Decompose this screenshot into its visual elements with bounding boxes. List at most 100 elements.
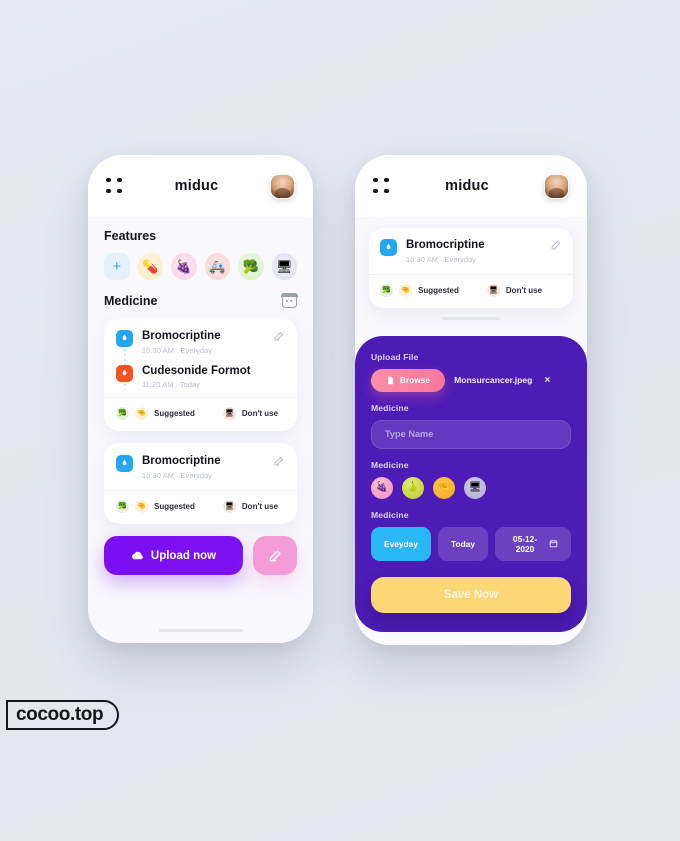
left-screen-body: Features + 💊 🍇 🚑 🥦 🖥 Medicine Bromocript… (88, 217, 313, 643)
avatar: 🥦 (116, 407, 129, 421)
table-row[interactable]: Cudesonide Formot 11:20 AM . Today (116, 364, 285, 398)
app-header-right: miduc (355, 155, 587, 217)
upload-now-label: Upload now (150, 549, 217, 562)
medicine-type-label: Medicine (371, 459, 409, 470)
medicine-card: Bromocriptine 10:30 AM . Everyday Cudeso… (104, 318, 297, 432)
user-avatar[interactable] (269, 173, 295, 199)
pill-feature-button[interactable]: 💊 (137, 253, 163, 280)
cloud-upload-icon (131, 549, 144, 562)
sheet-drag-handle[interactable] (442, 316, 500, 320)
medicine-time: 10:30 AM (142, 471, 175, 481)
home-indicator (158, 628, 243, 632)
medicine-header: Medicine (104, 293, 298, 308)
avatar: 🤏 (399, 283, 412, 297)
watermark-box: cocoo.top (6, 700, 120, 730)
add-feature-button[interactable]: + (104, 253, 130, 280)
chip-date-label: 05-12-2020 (512, 533, 538, 554)
file-icon (386, 376, 395, 385)
status-badge: Don't use (241, 502, 279, 512)
table-row[interactable]: Bromocriptine 10:30 AM . Everyday (380, 239, 562, 274)
medicine-name-input[interactable] (371, 419, 571, 449)
status-badge: Suggested (154, 409, 195, 419)
user-avatar[interactable] (543, 173, 569, 199)
monitor-icon: 🖥 (468, 481, 482, 493)
status-row: 🥦 🤏 Suggested 🖥 Don't use (116, 398, 285, 431)
avatar: 🤏 (135, 500, 148, 514)
table-row[interactable]: Bromocriptine 10:30 AM . Everyday (116, 455, 285, 490)
pear-type-button[interactable]: 🍐 (402, 476, 424, 499)
medicine-frequency: Everyday (444, 254, 477, 264)
medicine-time: 10:30 AM (142, 345, 175, 355)
pencil-icon[interactable] (273, 330, 285, 342)
chip-everyday-label: Eveyday (384, 538, 418, 549)
medicine-list: Bromocriptine 10:30 AM . Everyday Cudeso… (116, 330, 285, 397)
medicine-frequency: Everyday (180, 345, 213, 355)
features-header: Features (104, 229, 297, 243)
chip-everyday[interactable]: Eveyday (371, 526, 431, 561)
medicine-meta: 11:20 AM . Today (142, 380, 251, 389)
features-title: Features (104, 229, 157, 243)
avatar: 🖥 (222, 500, 236, 514)
status-badge: Don't use (241, 409, 279, 419)
upload-now-button[interactable]: Upload now (104, 536, 243, 576)
avatar: 🖥 (222, 407, 236, 421)
broccoli-feature-button[interactable]: 🥦 (238, 253, 264, 280)
status-badge: Suggested (154, 502, 195, 512)
chip-today[interactable]: Today (438, 526, 489, 561)
grapes-type-button[interactable]: 🍇 (371, 476, 393, 499)
avatar: 🖥 (486, 283, 500, 297)
ambulance-icon: 🚑 (209, 259, 226, 274)
ambulance-feature-button[interactable]: 🚑 (204, 253, 230, 280)
avatar: 🤏 (135, 407, 148, 421)
calendar-icon (549, 539, 558, 548)
app-header-left: miduc (88, 155, 313, 217)
pill-icon: 💊 (142, 259, 159, 274)
edit-button[interactable] (253, 536, 297, 576)
grapes-feature-button[interactable]: 🍇 (171, 253, 197, 280)
status-badge: Suggested (418, 285, 459, 295)
status-badge: Don't use (505, 285, 543, 295)
pill-icon (116, 455, 133, 473)
pear-icon: 🍐 (406, 481, 420, 493)
medicine-time: 10:30 AM (406, 254, 439, 264)
medicine-meta: 10:30 AM . Everyday (142, 471, 221, 480)
calendar-icon[interactable] (281, 293, 298, 308)
action-row: Upload now (104, 536, 297, 576)
medicine-frequency: Today (179, 380, 201, 390)
grapes-icon: 🍇 (375, 481, 389, 493)
phone-mockup-right: miduc Bromocriptine 10:30 AM . Everyday (355, 155, 587, 645)
grid-dots-icon[interactable] (106, 177, 123, 195)
chip-today-label: Today (451, 538, 476, 549)
canvas-background: miduc Features + 💊 🍇 🚑 🥦 🖥 Medicine Brom… (0, 0, 680, 841)
pencil-icon[interactable] (273, 455, 285, 467)
monitor-type-button[interactable]: 🖥 (464, 476, 486, 499)
medicine-card: Bromocriptine 10:30 AM . Everyday 🥦 🤏 Su… (104, 443, 297, 525)
medicine-type-row: 🍇 🍐 🤏 🖥 (371, 476, 571, 499)
hand-type-button[interactable]: 🤏 (433, 476, 455, 499)
plus-icon: + (112, 258, 122, 275)
sheet-top: Bromocriptine 10:30 AM . Everyday 🥦 🤏 Su… (355, 217, 587, 336)
pill-icon (116, 330, 133, 347)
close-icon[interactable]: × (544, 375, 550, 386)
medicine-name: Bromocriptine (406, 239, 485, 251)
pencil-icon[interactable] (550, 239, 562, 251)
broccoli-icon: 🥦 (242, 259, 259, 274)
browse-button[interactable]: Browse (371, 368, 446, 392)
grapes-icon: 🍇 (175, 259, 192, 274)
chip-date[interactable]: 05-12-2020 (495, 526, 571, 561)
monitor-feature-button[interactable]: 🖥 (271, 253, 297, 280)
table-row[interactable]: Bromocriptine 10:30 AM . Everyday (116, 330, 285, 365)
app-title: miduc (174, 178, 219, 194)
status-row: 🥦 🤏 Suggested 🖥 Don't use (116, 491, 285, 524)
hand-icon: 🤏 (437, 481, 451, 493)
save-now-button[interactable]: Save Now (371, 576, 571, 613)
uploaded-file-name: Monsurcancer.jpeg (454, 375, 533, 386)
upload-row: Browse Monsurcancer.jpeg × (371, 368, 571, 392)
medicine-name: Cudesonide Formot (142, 364, 251, 377)
pencil-icon (268, 548, 283, 563)
pill-icon (380, 239, 397, 256)
upload-file-label: Upload File (371, 351, 419, 362)
medicine-card: Bromocriptine 10:30 AM . Everyday 🥦 🤏 Su… (368, 228, 574, 308)
app-title: miduc (445, 178, 489, 194)
grid-dots-icon[interactable] (373, 177, 390, 195)
